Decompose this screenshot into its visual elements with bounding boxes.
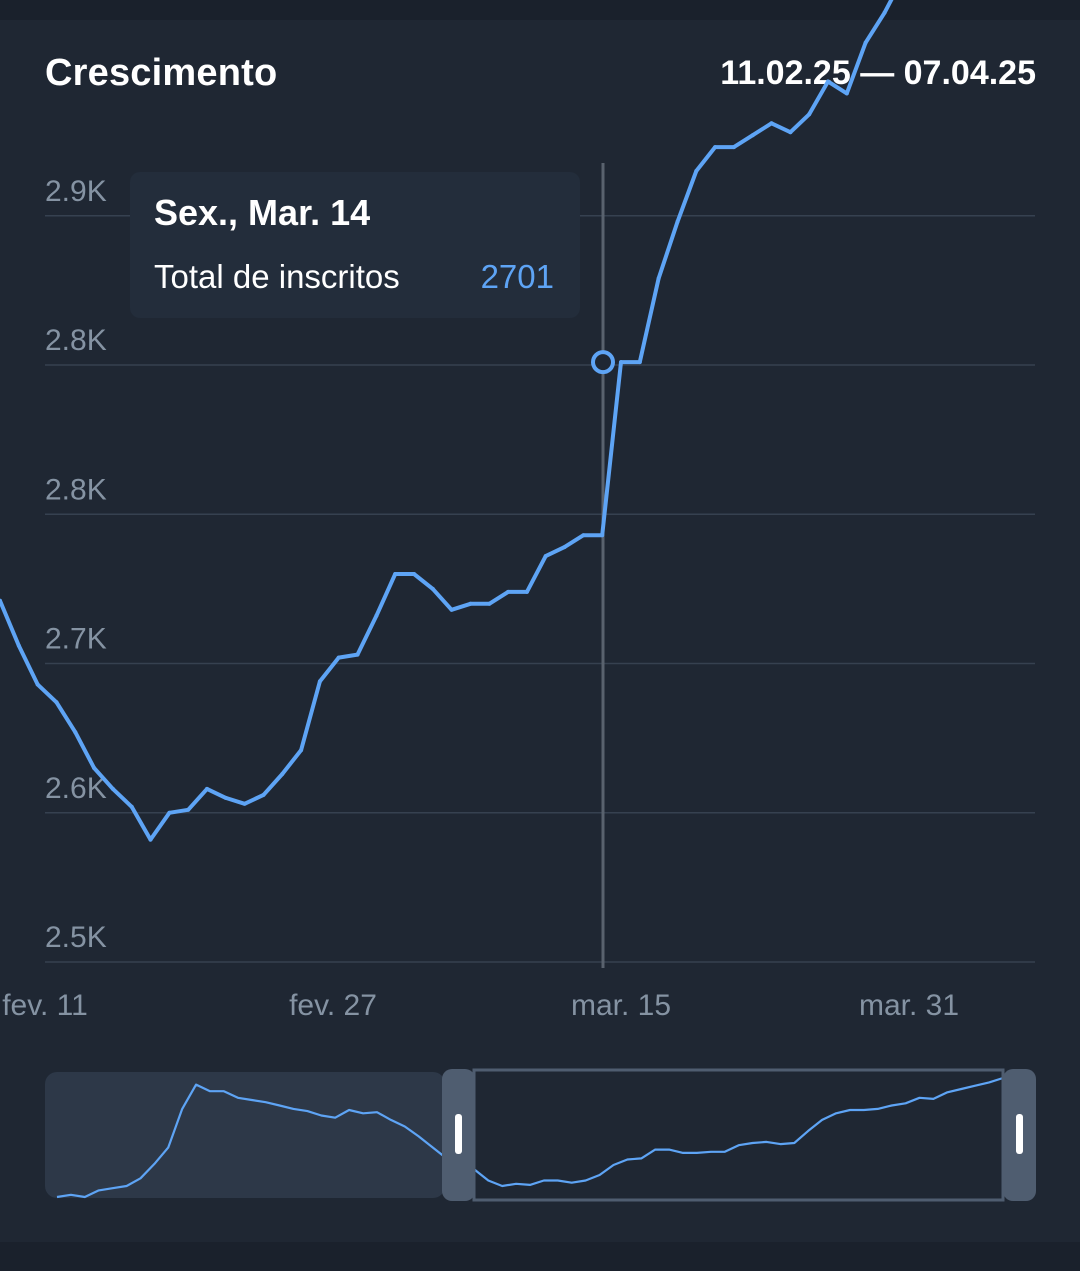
data-point — [769, 121, 774, 126]
data-point — [430, 586, 435, 591]
series-line-total-de-inscritos — [0, 0, 894, 842]
navigator-right-grip — [1016, 1114, 1023, 1154]
data-point — [675, 219, 680, 224]
grid-lines — [45, 215, 1035, 963]
data-point — [35, 682, 40, 687]
data-point — [731, 145, 736, 150]
data-point — [487, 601, 492, 606]
data-point — [242, 801, 247, 806]
data-point — [336, 655, 341, 660]
data-point — [355, 652, 360, 657]
data-point — [449, 607, 454, 612]
screen: Crescimento 11.02.25 — 07.04.25 2.5K 2.6K… — [0, 0, 1080, 1271]
data-point — [637, 360, 642, 365]
data-point — [16, 643, 21, 648]
y-axis-ticks: 2.5K 2.6K 2.7K 2.8K 2.8K 2.9K — [45, 175, 107, 954]
data-point — [656, 276, 661, 281]
data-point — [167, 810, 172, 815]
data-point — [619, 360, 623, 365]
data-point — [317, 679, 322, 684]
y-tick-label: 2.6K — [45, 772, 107, 805]
data-point — [374, 613, 379, 618]
tooltip-date: Sex., Mar. 14 — [154, 192, 371, 233]
data-point — [506, 589, 511, 594]
tooltip: Sex., Mar. 14 Total de inscritos 2701 — [130, 172, 580, 318]
highlight-point — [591, 350, 615, 375]
x-tick-label: mar. 15 — [571, 989, 671, 1022]
data-point — [694, 169, 699, 173]
navigator-selected-area[interactable] — [474, 1072, 1003, 1198]
data-point — [92, 766, 97, 770]
data-point — [205, 786, 209, 791]
data-point — [600, 533, 605, 538]
y-tick-label: 2.8K — [45, 473, 107, 506]
tooltip-series-label: Total de inscritos — [154, 258, 400, 295]
data-point — [299, 748, 304, 753]
y-tick-label: 2.8K — [45, 324, 107, 357]
data-point — [713, 145, 718, 150]
data-point — [186, 807, 191, 812]
data-point — [148, 837, 153, 842]
tooltip-value: 2701 — [480, 258, 554, 295]
data-point — [581, 533, 586, 538]
data-point — [261, 792, 266, 797]
data-point — [826, 79, 830, 84]
data-point — [280, 772, 285, 776]
navigator-left-grip — [455, 1114, 462, 1154]
data-point — [129, 804, 134, 809]
data-point — [543, 554, 548, 559]
data-points — [0, 10, 887, 842]
data-point — [863, 40, 868, 45]
data-point — [750, 133, 755, 138]
data-point — [844, 91, 849, 96]
x-tick-label: fev. 27 — [289, 989, 377, 1022]
data-point — [807, 112, 812, 117]
data-point — [412, 572, 416, 576]
data-point — [110, 786, 115, 791]
data-point — [223, 795, 228, 800]
y-tick-label: 2.7K — [45, 623, 107, 656]
data-point — [788, 130, 793, 135]
x-axis-ticks: fev. 11 fev. 27 mar. 15 mar. 31 — [2, 989, 959, 1022]
data-point — [562, 545, 567, 550]
data-point — [393, 572, 398, 576]
y-tick-label: 2.5K — [45, 921, 107, 954]
data-point — [54, 700, 59, 705]
x-tick-label: mar. 31 — [859, 989, 959, 1022]
navigator-unselected-area — [45, 1072, 445, 1198]
range-navigator[interactable] — [45, 1068, 1036, 1202]
data-point — [468, 601, 473, 606]
data-point — [73, 730, 78, 735]
data-point — [524, 589, 529, 594]
data-point — [882, 10, 887, 15]
y-tick-label: 2.9K — [45, 175, 107, 208]
x-tick-label: fev. 11 — [2, 989, 88, 1022]
